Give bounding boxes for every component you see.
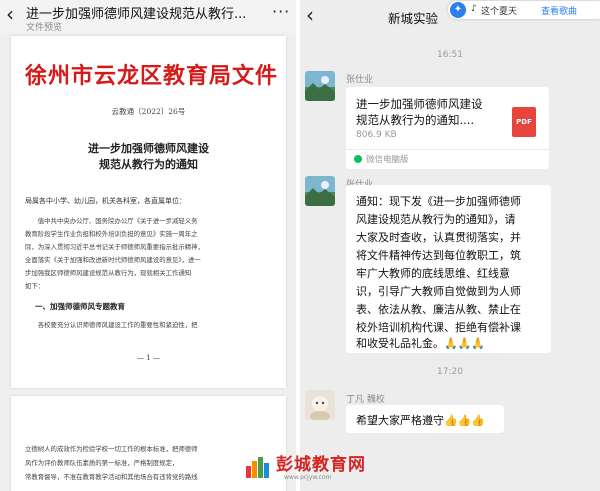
- music-play-icon[interactable]: ✦: [450, 2, 466, 18]
- sender-name: 张仕业: [346, 75, 374, 85]
- music-note-icon: ♪: [471, 4, 477, 14]
- music-floating-bar[interactable]: ✦ ♪ 这个夏天 查看歌曲: [448, 1, 600, 19]
- document-body-line: 全面落实《关于加强和改进新时代师德师风建设的意见》，进一: [25, 256, 201, 264]
- file-preview-panel: ‹ 进一步加强师德师风建设规范从教行... 文件预览 ··· 徐州市云龙区教育局…: [0, 0, 296, 491]
- message-line: 大家及时查收，认真贯彻落实，并: [356, 231, 521, 244]
- file-message-card[interactable]: 进一步加强师德师风建设 规范从教行为的通知.... 806.9 KB PDF 微…: [346, 87, 549, 169]
- chat-header: ‹ 新城实验 ✦ ♪ 这个夏天 查看歌曲: [300, 0, 600, 33]
- watermark-url: www.pcjyw.com: [284, 474, 332, 481]
- message-line: 希望大家严格遵守👍👍👍: [356, 414, 486, 427]
- message-line: 将文件精神传达到每位教职工，筑: [356, 249, 521, 262]
- message-line: 识，引导广大教师自觉做到为人师: [356, 285, 521, 298]
- document-recipients: 局属各中小学、幼儿园，机关各科室，各直属单位：: [25, 197, 186, 205]
- wechat-icon: [354, 155, 362, 163]
- site-watermark: 彭城教育网 www.pcjyw.com: [244, 448, 374, 488]
- message-line: 和收受礼品礼金。🙏🙏🙏: [356, 337, 486, 350]
- avatar[interactable]: [305, 71, 335, 101]
- text-message-bubble[interactable]: 希望大家严格遵守👍👍👍: [346, 405, 504, 433]
- back-chevron-icon[interactable]: ‹: [6, 4, 20, 24]
- back-chevron-icon[interactable]: ‹: [306, 5, 314, 25]
- preview-subtitle: 文件预览: [26, 23, 63, 33]
- pdf-label: PDF: [516, 118, 532, 126]
- message-timestamp: 17:20: [437, 367, 463, 377]
- message-line: 表、依法从教、廉洁从教、禁止在: [356, 303, 521, 316]
- site-logo-icon: [246, 457, 269, 478]
- chat-title: 新城实验: [388, 11, 439, 26]
- document-body-line: 际，为深入贯彻习近平总书记关于师德师风重要指示批示精神，: [25, 243, 204, 251]
- document-body-line: 步加强我区师德师风建设规范从教行为，现就相关工作通知: [25, 269, 192, 277]
- message-timestamp: 16:51: [437, 50, 463, 60]
- text-message-bubble[interactable]: 通知：现下发《进一步加强师德师 风建设规范从教行为的通知》，请 大家及时查收，认…: [346, 185, 551, 353]
- document-section-heading: 一、加强师德师风专题教育: [35, 302, 125, 311]
- message-line: 牢广大教师的底线思维、红线意: [356, 267, 510, 280]
- sender-name: 丁凡 魏校: [346, 395, 385, 405]
- message-line: 风建设规范从教行为的通知》，请: [356, 213, 516, 226]
- document-body-line: 立德树人的成效作为检验学校一切工作的根本标准，把师德师: [25, 445, 198, 453]
- preview-header: ‹ 进一步加强师德师风建设规范从教行... 文件预览 ···: [0, 0, 296, 33]
- divider: [346, 149, 549, 150]
- pdf-file-icon: PDF: [512, 107, 536, 137]
- file-source: 微信电脑版: [366, 155, 409, 165]
- document-body-line: 如下：: [25, 282, 45, 290]
- document-body-line: 风作为评价教师队伍素质的第一标准，严格制度规定，: [25, 459, 179, 467]
- avatar[interactable]: [305, 176, 335, 206]
- document-title-line2: 规范从教行为的通知: [99, 158, 198, 171]
- chat-panel: ‹ 新城实验 ✦ ♪ 这个夏天 查看歌曲 16:51 张仕业 进一步加强师德师风…: [300, 0, 600, 491]
- document-number: 云教通〔2022〕26号: [111, 107, 186, 116]
- file-name-line1: 进一步加强师德师风建设: [356, 97, 483, 111]
- message-line: 通知：现下发《进一步加强师德师: [356, 195, 521, 208]
- avatar[interactable]: [305, 390, 335, 420]
- message-line: 校外培训机构代课、拒绝有偿补课: [356, 321, 521, 334]
- document-header: 徐州市云龙区教育局文件: [25, 63, 279, 89]
- document-body-line: 各校要充分认识师德师风建设工作的重要性和紧迫性，把: [25, 321, 198, 329]
- file-size: 806.9 KB: [356, 130, 397, 140]
- document-page-number: — 1 —: [137, 354, 160, 362]
- document-body-line: 常教育督导，不准在教育教学活动和其他场合有违背党的路线: [25, 473, 198, 481]
- more-icon[interactable]: ···: [272, 2, 290, 21]
- document-title-line1: 进一步加强师德师风建设: [88, 142, 209, 155]
- document-page-1: 徐州市云龙区教育局文件 云教通〔2022〕26号 进一步加强师德师风建设 规范从…: [11, 36, 286, 388]
- watermark-text: 彭城教育网: [276, 455, 366, 475]
- document-body-line: 值中共中央办公厅、国务院办公厅《关于进一步减轻义务: [25, 217, 198, 225]
- music-song-title: 这个夏天: [481, 7, 518, 17]
- file-name-line2: 规范从教行为的通知....: [356, 113, 475, 127]
- document-body-line: 教育阶段学生作业负担和校外培训负担的意见》实施一周年之: [25, 230, 198, 238]
- view-song-link[interactable]: 查看歌曲: [541, 4, 577, 17]
